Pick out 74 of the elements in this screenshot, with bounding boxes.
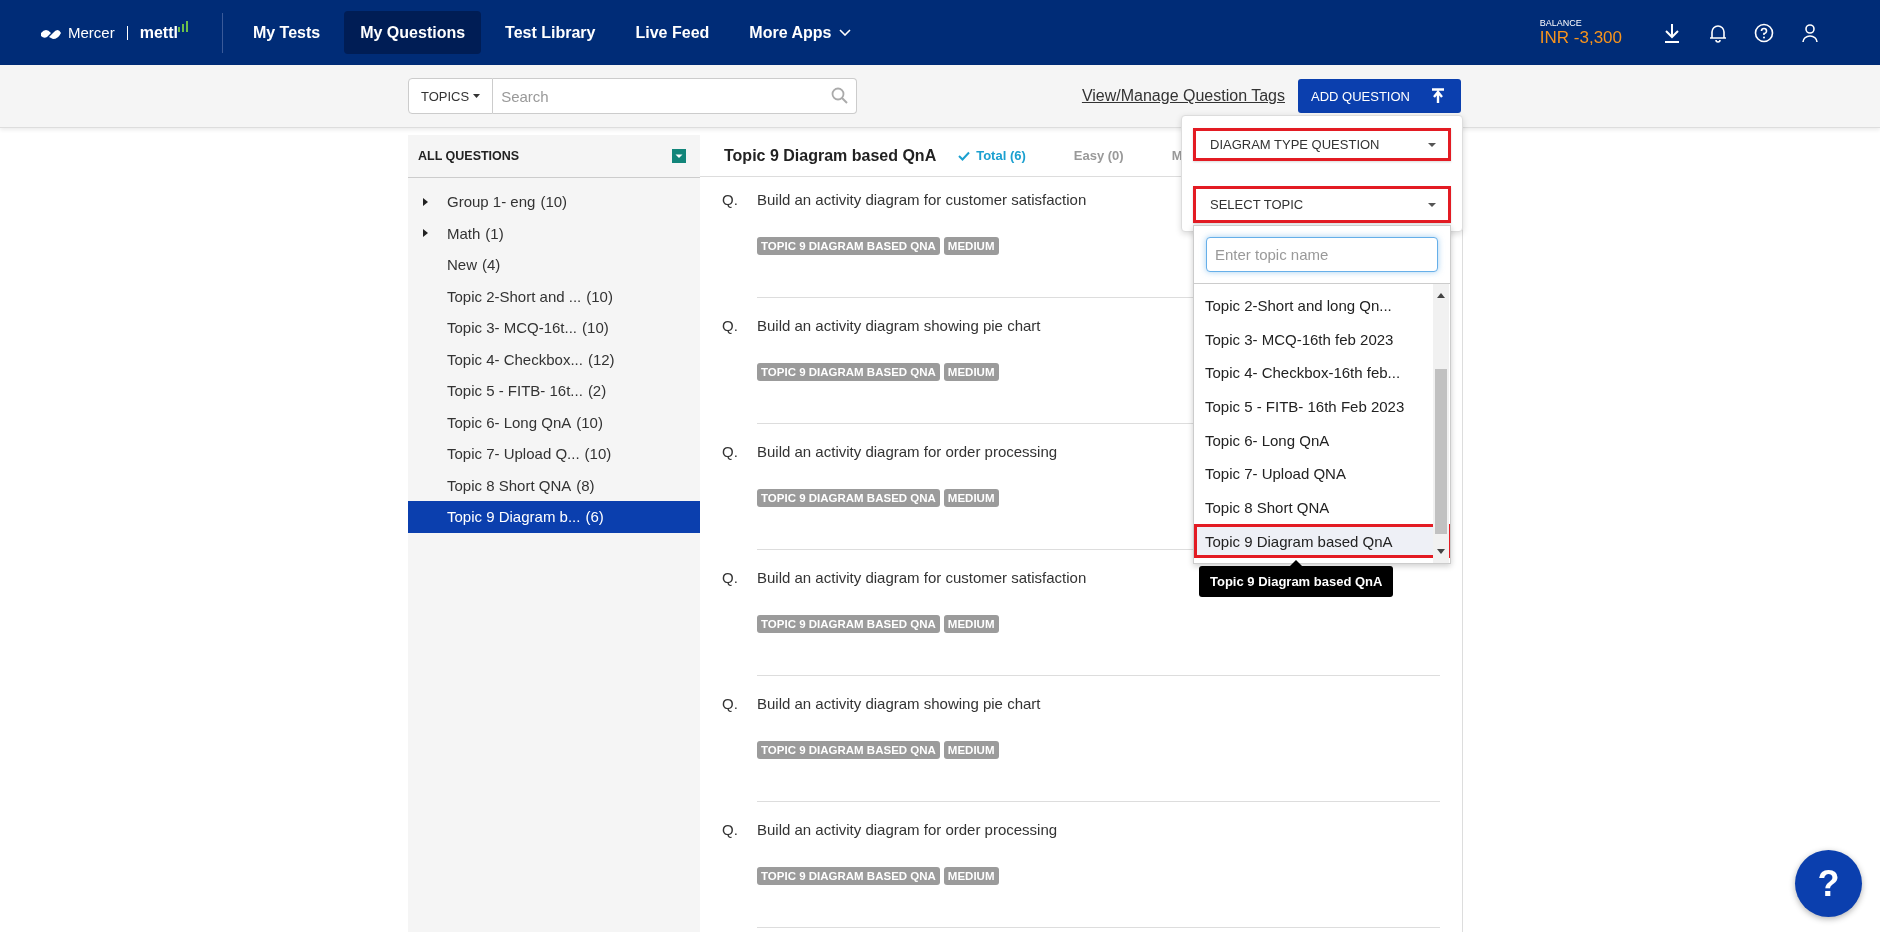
select-dropdown[interactable]: SELECT TOPIC bbox=[1193, 186, 1451, 223]
nav-tab[interactable]: My Questions bbox=[344, 11, 482, 54]
question-prefix: Q. bbox=[722, 694, 739, 712]
sidebar-item[interactable]: Topic 2-Short and ... (10) bbox=[408, 280, 700, 312]
question-tag: MEDIUM bbox=[943, 489, 999, 507]
sidebar-title: ALL QUESTIONS bbox=[418, 149, 520, 163]
question-text: Build an activity diagram for order processing bbox=[757, 820, 1058, 838]
sidebar-item[interactable]: Topic 7- Upload Q... (10) bbox=[408, 438, 700, 470]
balance-value: INR -3,300 bbox=[1539, 27, 1622, 48]
question-tag: MEDIUM bbox=[943, 237, 999, 255]
sidebar-item[interactable]: Math (1) bbox=[408, 217, 700, 249]
help-button[interactable]: ? bbox=[1795, 850, 1862, 917]
question-tag: TOPIC 9 DIAGRAM BASED QNA bbox=[757, 363, 940, 381]
caret-icon bbox=[473, 94, 481, 98]
sidebar-item[interactable]: Topic 4- Checkbox... (12) bbox=[408, 343, 700, 375]
download-icon[interactable] bbox=[1662, 22, 1682, 43]
scroll-down-icon[interactable] bbox=[1436, 548, 1446, 555]
bars-icon bbox=[177, 19, 188, 32]
upload-icon bbox=[1431, 88, 1445, 104]
add-question-button[interactable]: ADD QUESTION bbox=[1298, 79, 1461, 113]
expand-caret-icon[interactable] bbox=[423, 229, 428, 238]
topic-option[interactable]: Topic 9 Diagram based QnA bbox=[1194, 524, 1450, 558]
search-field[interactable]: Search bbox=[493, 78, 858, 114]
sidebar-item[interactable]: Topic 9 Diagram b... (6) bbox=[408, 501, 700, 533]
topic-search-field[interactable]: Enter topic name bbox=[1206, 237, 1438, 272]
question-tag: MEDIUM bbox=[943, 741, 999, 759]
sidebar-item[interactable]: Topic 3- MCQ-16t... (10) bbox=[408, 312, 700, 344]
collapse-icon[interactable] bbox=[672, 149, 686, 163]
sidebar-item[interactable]: Topic 8 Short QNA (8) bbox=[408, 469, 700, 501]
question-prefix: Q. bbox=[722, 190, 739, 208]
question-tag: MEDIUM bbox=[943, 363, 999, 381]
sidebar-item[interactable]: Group 1- eng (10) bbox=[408, 186, 700, 218]
question-text: Build an activity diagram for order processing bbox=[757, 442, 1058, 460]
balance-label: BALANCE bbox=[1539, 17, 1583, 28]
question-text: Build an activity diagram showing pie chart bbox=[757, 316, 1041, 334]
question-tag: TOPIC 9 DIAGRAM BASED QNA bbox=[757, 237, 940, 255]
question-text: Build an activity diagram showing pie chart bbox=[757, 694, 1041, 712]
nav-tab[interactable]: Test Library bbox=[489, 11, 612, 54]
question-tag: TOPIC 9 DIAGRAM BASED QNA bbox=[757, 489, 940, 507]
question-tag: TOPIC 9 DIAGRAM BASED QNA bbox=[757, 741, 940, 759]
sidebar-item[interactable]: Topic 6- Long QnA (10) bbox=[408, 406, 700, 438]
search-icon bbox=[831, 87, 849, 104]
question-tag: TOPIC 9 DIAGRAM BASED QNA bbox=[757, 867, 940, 885]
tooltip: Topic 9 Diagram based QnA bbox=[1199, 560, 1394, 597]
expand-caret-icon[interactable] bbox=[423, 197, 428, 206]
nav-tab[interactable]: Live Feed bbox=[619, 11, 726, 54]
topic-title: Topic 9 Diagram based QnA bbox=[724, 146, 937, 165]
brand-name: Mercer bbox=[68, 24, 115, 41]
question-text: Build an activity diagram for customer satisfaction bbox=[757, 568, 1087, 586]
sidebar-item[interactable]: New (4) bbox=[408, 249, 700, 281]
scrollbar-thumb[interactable] bbox=[1435, 369, 1447, 534]
question-text: Build an activity diagram for customer satisfaction bbox=[757, 190, 1087, 208]
bell-icon[interactable] bbox=[1708, 22, 1728, 43]
product-name: mettl bbox=[139, 23, 178, 42]
question-prefix: Q. bbox=[722, 820, 739, 838]
select-dropdown[interactable]: DIAGRAM TYPE QUESTION bbox=[1193, 128, 1451, 161]
question-tag: MEDIUM bbox=[943, 867, 999, 885]
question-tag: TOPIC 9 DIAGRAM BASED QNA bbox=[757, 615, 940, 633]
scroll-up-icon[interactable] bbox=[1436, 292, 1446, 299]
user-icon[interactable] bbox=[1800, 22, 1820, 43]
sidebar-item[interactable]: Topic 5 - FITB- 16t... (2) bbox=[408, 375, 700, 407]
question-prefix: Q. bbox=[722, 568, 739, 586]
question-tag: MEDIUM bbox=[943, 615, 999, 633]
question-prefix: Q. bbox=[722, 316, 739, 334]
nav-menu[interactable]: More Apps bbox=[733, 11, 868, 54]
topics-dropdown[interactable]: TOPICS bbox=[408, 78, 494, 114]
chevron-down-icon bbox=[839, 29, 852, 36]
caret-icon bbox=[1428, 142, 1436, 147]
caret-icon bbox=[1428, 202, 1436, 207]
check-icon bbox=[958, 150, 971, 161]
manage-tags-link[interactable]: View/Manage Question Tags bbox=[1081, 87, 1285, 105]
help-icon[interactable] bbox=[1754, 22, 1774, 43]
nav-tab[interactable]: My Tests bbox=[236, 11, 337, 54]
question-prefix: Q. bbox=[722, 442, 739, 460]
